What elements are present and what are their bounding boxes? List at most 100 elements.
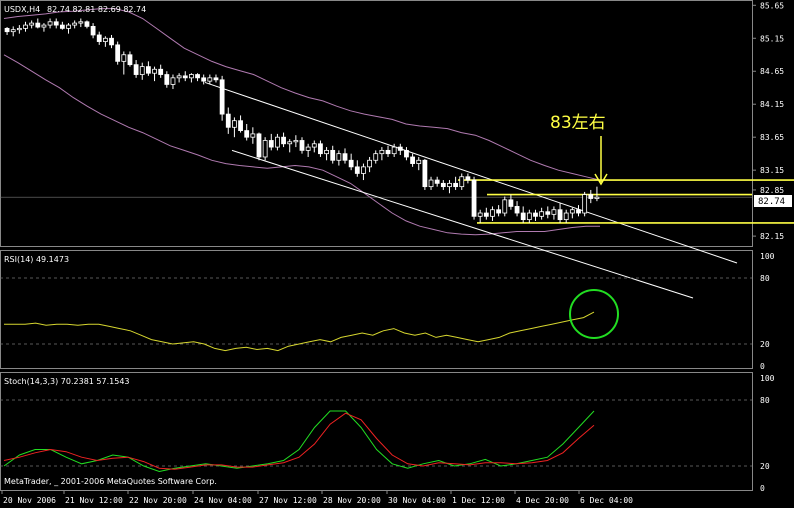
- candle-body: [385, 149, 391, 155]
- candle-body: [176, 75, 182, 79]
- candle-body: [336, 153, 342, 161]
- candle-body: [502, 199, 508, 214]
- date-tick-label: 22 Nov 20:00: [129, 496, 187, 505]
- candle-body: [526, 212, 532, 221]
- candle-body: [47, 21, 53, 26]
- candle-body: [109, 37, 114, 46]
- price-tick-label: 85.15: [760, 34, 784, 43]
- rsi-panel-frame: [0, 250, 753, 369]
- annotation-arrow-icon: [594, 136, 608, 186]
- candle-body: [404, 149, 409, 158]
- candle-body: [10, 29, 16, 33]
- candle-body: [422, 159, 428, 188]
- candle-body: [318, 143, 323, 155]
- axes: 85.65 85.15 84.65 84.15 83.65 83.15 82.85 82.15…: [1, 1, 784, 505]
- date-tick-label: 30 Nov 04:00: [388, 496, 446, 505]
- candle-body: [557, 209, 563, 221]
- rsi-plot: [0, 277, 752, 352]
- candle-body: [158, 68, 164, 75]
- rsi-title: RSI(14) 49.1473: [4, 255, 69, 264]
- candle-body: [483, 212, 489, 217]
- date-tick-label: 24 Nov 04:00: [194, 496, 252, 505]
- candle-body: [232, 120, 237, 128]
- candle-body: [361, 166, 366, 174]
- candle-body: [428, 179, 434, 188]
- candle-body: [563, 212, 569, 221]
- candle-body: [121, 54, 127, 62]
- candle-body: [102, 37, 108, 42]
- annotation-label: 83左右: [550, 113, 606, 133]
- candle-body: [219, 79, 225, 115]
- channel-line-1: [204, 81, 738, 264]
- stoch-tick-label: 0: [760, 484, 765, 493]
- candle-body: [96, 34, 102, 42]
- candle-body: [225, 113, 231, 128]
- candle-body: [582, 194, 588, 214]
- candle-body: [533, 212, 538, 217]
- candle-body: [182, 75, 188, 79]
- candle-body: [576, 209, 581, 214]
- main-ohlc: 82.74 82.81 82.69 82.74: [47, 5, 146, 14]
- candle-body: [201, 77, 207, 82]
- candle-body: [275, 136, 280, 148]
- candle-body: [354, 166, 360, 174]
- candle-body: [311, 143, 317, 148]
- candle-body: [305, 146, 311, 151]
- candle-body: [195, 74, 200, 79]
- candle-body: [287, 141, 293, 145]
- stoch-panel-frame: [0, 372, 753, 491]
- price-tick-label: 83.15: [760, 166, 784, 175]
- price-tick-label: 84.65: [760, 67, 784, 76]
- stoch-tick-label: 20: [760, 462, 770, 471]
- rsi-highlight-circle: [569, 289, 619, 339]
- candle-body: [348, 159, 354, 168]
- candle-body: [594, 196, 600, 199]
- candle-body: [490, 209, 495, 217]
- main-plot: [0, 8, 794, 299]
- candle-body: [520, 212, 526, 221]
- candle-body: [35, 22, 41, 28]
- candle-body: [379, 149, 385, 155]
- candle-body: [16, 27, 22, 31]
- date-tick-label: 20 Nov 2006: [3, 496, 56, 505]
- price-tick-label: 83.65: [760, 133, 784, 142]
- copyright-text: MetaTrader, _ 2001-2006 MetaQuotes Softw…: [4, 477, 217, 486]
- candle-body: [281, 136, 286, 145]
- candle-body: [53, 21, 59, 26]
- candle-body: [465, 176, 471, 181]
- candle-body: [145, 66, 151, 74]
- rsi-tick-label: 100: [760, 252, 775, 261]
- candle-body: [477, 212, 483, 217]
- rsi-line: [4, 311, 595, 352]
- candle-body: [410, 156, 415, 164]
- date-tick-label: 28 Nov 20:00: [323, 496, 381, 505]
- candle-body: [170, 77, 176, 85]
- candle-body: [23, 24, 28, 29]
- stoch-main-line: [3, 410, 595, 473]
- candle-body: [330, 149, 336, 161]
- candle-body: [152, 68, 157, 74]
- candle-body: [373, 153, 379, 161]
- candle-body: [133, 64, 139, 75]
- date-tick-label: 4 Dec 20:00: [516, 496, 569, 505]
- candle-body: [115, 44, 121, 62]
- candle-body: [588, 194, 594, 199]
- rsi-tick-label: 0: [760, 362, 765, 371]
- stoch-plot: [0, 399, 752, 473]
- candle-body: [545, 211, 551, 215]
- candle-body: [496, 209, 502, 214]
- candle-body: [84, 21, 90, 27]
- date-tick-label: 21 Nov 12:00: [65, 496, 123, 505]
- candle-body: [244, 130, 250, 138]
- candle-body: [72, 22, 78, 26]
- candle-body: [90, 25, 96, 36]
- candle-body: [453, 182, 459, 188]
- candle-body: [164, 74, 170, 85]
- candle-body: [434, 179, 440, 184]
- candle-body: [29, 22, 35, 26]
- price-tick-label: 84.15: [760, 100, 784, 109]
- stoch-signal-line: [3, 412, 595, 470]
- candle-body: [41, 24, 47, 28]
- candle-body: [262, 140, 268, 158]
- candle-body: [66, 24, 71, 29]
